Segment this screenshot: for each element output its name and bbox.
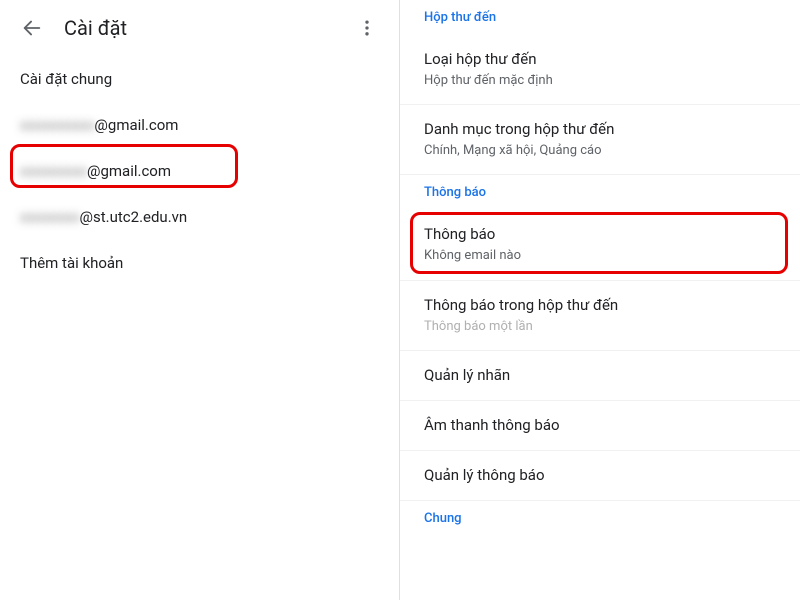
account-blur: xxxxxxxxxx [20, 116, 94, 134]
settings-left-pane: Cài đặt Cài đặt chung xxxxxxxxxx@gmail.c… [0, 0, 400, 600]
account-blur: xxxxxxxxx [20, 162, 87, 180]
arrow-back-icon [21, 17, 43, 39]
manage-labels-row[interactable]: Quản lý nhãn [400, 350, 800, 400]
add-account-label: Thêm tài khoản [20, 254, 123, 272]
section-notifications-header: Thông báo [400, 174, 800, 210]
account-item[interactable]: xxxxxxxxx@gmail.com [0, 148, 399, 194]
notifications-row[interactable]: Thông báo Không email nào [400, 210, 800, 279]
add-account-item[interactable]: Thêm tài khoản [0, 240, 399, 286]
inbox-type-subtitle: Hộp thư đến mặc định [424, 72, 776, 90]
back-button[interactable] [12, 8, 52, 48]
manage-notifications-row[interactable]: Quản lý thông báo [400, 450, 800, 500]
settings-right-pane: Hộp thư đến Loại hộp thư đến Hộp thư đến… [400, 0, 800, 600]
notification-sound-title: Âm thanh thông báo [424, 415, 776, 436]
inbox-notifications-subtitle: Thông báo một lần [424, 318, 776, 336]
inbox-categories-row[interactable]: Danh mục trong hộp thư đến Chính, Mạng x… [400, 104, 800, 174]
page-title: Cài đặt [64, 16, 347, 40]
section-general-header: Chung [400, 500, 800, 536]
manage-notifications-title: Quản lý thông báo [424, 465, 776, 486]
account-domain: @gmail.com [87, 162, 171, 180]
general-settings-item[interactable]: Cài đặt chung [0, 56, 399, 102]
general-settings-label: Cài đặt chung [20, 70, 112, 88]
account-domain: @gmail.com [94, 116, 178, 134]
settings-list: Cài đặt chung xxxxxxxxxx@gmail.com xxxxx… [0, 56, 399, 286]
notifications-subtitle: Không email nào [424, 247, 776, 265]
notification-sound-row[interactable]: Âm thanh thông báo [400, 400, 800, 450]
manage-labels-title: Quản lý nhãn [424, 365, 776, 386]
account-item[interactable]: xxxxxxxx@st.utc2.edu.vn [0, 194, 399, 240]
account-blur: xxxxxxxx [20, 208, 80, 226]
account-item[interactable]: xxxxxxxxxx@gmail.com [0, 102, 399, 148]
header: Cài đặt [0, 0, 399, 56]
more-button[interactable] [347, 8, 387, 48]
more-vert-icon [357, 18, 377, 38]
inbox-categories-title: Danh mục trong hộp thư đến [424, 119, 776, 140]
inbox-notifications-row[interactable]: Thông báo trong hộp thư đến Thông báo mộ… [400, 280, 800, 350]
inbox-type-title: Loại hộp thư đến [424, 49, 776, 70]
inbox-notifications-title: Thông báo trong hộp thư đến [424, 295, 776, 316]
inbox-categories-subtitle: Chính, Mạng xã hội, Quảng cáo [424, 142, 776, 160]
account-domain: @st.utc2.edu.vn [80, 208, 188, 226]
section-inbox-header: Hộp thư đến [400, 0, 800, 35]
inbox-type-row[interactable]: Loại hộp thư đến Hộp thư đến mặc định [400, 35, 800, 104]
notifications-title: Thông báo [424, 224, 776, 245]
